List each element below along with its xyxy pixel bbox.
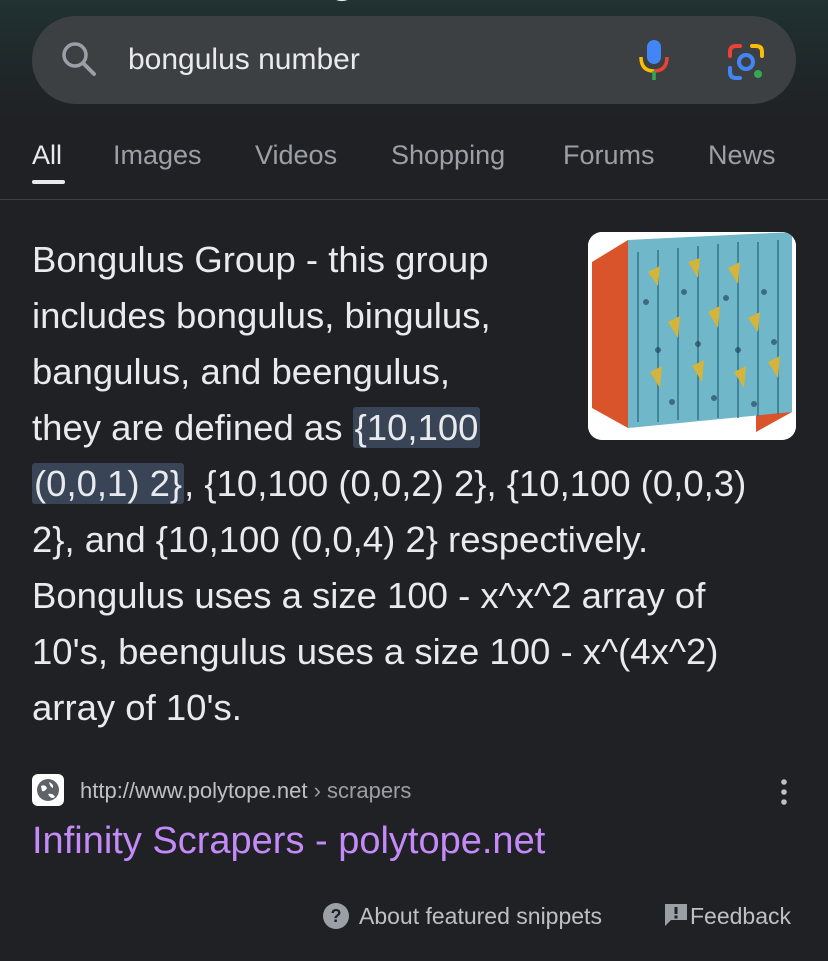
snippet-line: includes bongulus, bingulus, xyxy=(32,295,491,336)
tab-shopping[interactable]: Shopping xyxy=(391,140,505,171)
help-icon[interactable]: ? xyxy=(322,902,350,930)
google-lens-icon[interactable] xyxy=(726,42,766,82)
snippet-text-segment: , {10,100 (0,0,2) 2}, {10,100 (0,0,3) xyxy=(184,463,747,504)
source-url[interactable]: http://www.polytope.net › scrapers xyxy=(80,778,411,804)
doodle-fragment xyxy=(336,0,348,1)
search-icon[interactable] xyxy=(60,40,98,78)
snippet-line: bangulus, and beengulus, xyxy=(32,351,451,392)
search-input[interactable]: bongulus number xyxy=(128,43,360,77)
feedback-link[interactable]: Feedback xyxy=(690,903,791,930)
snippet-line: Bongulus uses a size 100 - x^x^2 array o… xyxy=(32,575,706,616)
snippet-line: they are defined as {10,100 xyxy=(32,400,802,456)
microphone-icon[interactable] xyxy=(636,38,672,82)
snippet-highlight: (0,0,1) 2} xyxy=(32,463,185,504)
snippet-text-segment: they are defined as xyxy=(32,407,353,448)
tab-all[interactable]: All xyxy=(32,140,62,171)
search-bar[interactable]: bongulus number xyxy=(32,16,796,104)
globe-icon xyxy=(32,774,64,806)
result-title-link[interactable]: Infinity Scrapers - polytope.net xyxy=(32,820,545,863)
snippet-line: Bongulus Group - this group xyxy=(32,239,489,280)
search-tabs: All Images Videos Shopping Forums News xyxy=(0,120,828,200)
tab-videos[interactable]: Videos xyxy=(255,140,337,171)
about-featured-snippets-link[interactable]: About featured snippets xyxy=(359,903,602,930)
snippet-line: array of 10's. xyxy=(32,687,242,728)
snippet-line: 10's, beengulus uses a size 100 - x^(4x^… xyxy=(32,631,719,672)
snippet-highlight: {10,100 xyxy=(352,407,481,448)
tab-images[interactable]: Images xyxy=(113,140,202,171)
source-domain: http://www.polytope.net xyxy=(80,778,308,803)
tab-forums[interactable]: Forums xyxy=(563,140,655,171)
result-source[interactable]: http://www.polytope.net › scrapers xyxy=(32,774,796,808)
feedback-icon[interactable] xyxy=(663,902,689,928)
featured-snippet-text: Bongulus Group - this group includes bon… xyxy=(32,232,802,736)
tab-news[interactable]: News xyxy=(708,140,776,171)
source-breadcrumb: › scrapers xyxy=(307,778,412,803)
snippet-line: 2}, and {10,100 (0,0,4) 2} respectively. xyxy=(32,519,649,560)
snippet-line: (0,0,1) 2}, {10,100 (0,0,2) 2}, {10,100 … xyxy=(32,456,802,512)
more-options-icon[interactable] xyxy=(776,778,792,806)
svg-text:?: ? xyxy=(331,906,342,926)
snippet-footer: ? About featured snippets Feedback xyxy=(0,896,828,936)
active-tab-indicator xyxy=(32,180,65,184)
